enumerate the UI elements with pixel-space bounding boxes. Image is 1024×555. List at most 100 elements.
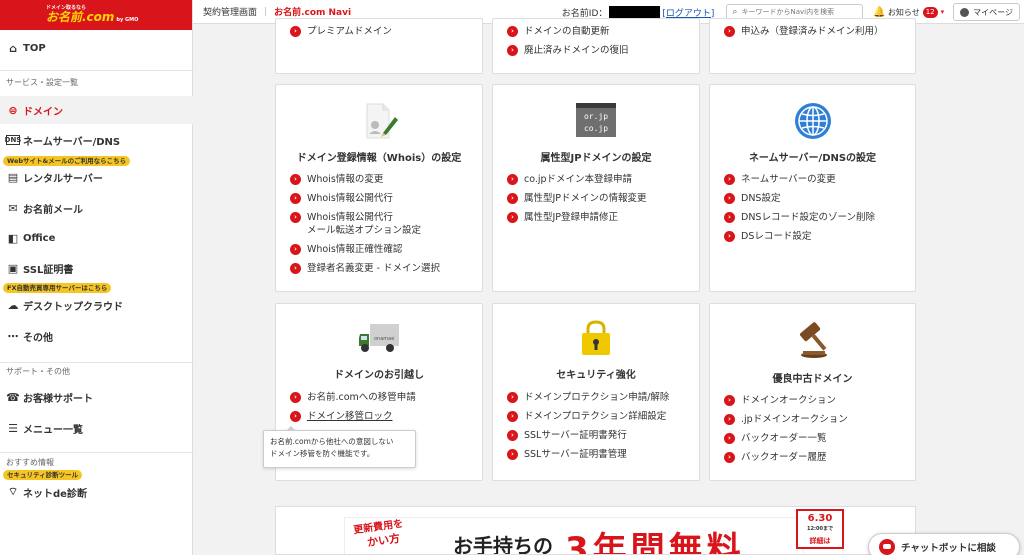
card-link[interactable]: › プレミアムドメイン bbox=[290, 25, 476, 38]
card-jp-domain: or.jp co.jp 属性型JPドメインの設定 › co.jpドメイン本登録申請… bbox=[492, 84, 700, 292]
card-link[interactable]: › DNSレコード設定のゾーン削除 bbox=[724, 211, 909, 224]
id-label: お名前ID： bbox=[561, 8, 608, 19]
auction-gavel-icon bbox=[792, 320, 834, 360]
chevron-down-icon: ▾ bbox=[940, 8, 945, 16]
search-icon: ⌕ bbox=[732, 7, 738, 17]
cloud-icon: ☁ bbox=[7, 298, 19, 312]
notice-count-badge: 12 bbox=[922, 6, 938, 18]
arrow-right-icon: › bbox=[290, 244, 301, 255]
arrow-right-icon: › bbox=[290, 263, 301, 274]
card-link[interactable]: › DSレコード設定 bbox=[724, 230, 909, 243]
globe-icon bbox=[793, 101, 833, 141]
wifi-icon: ⌔ bbox=[7, 485, 19, 498]
arrow-right-icon: › bbox=[724, 433, 735, 444]
mypage-label: マイページ bbox=[973, 7, 1013, 17]
card-link[interactable]: › 廃止済みドメインの復旧 bbox=[507, 44, 693, 57]
transfer-lock-tooltip: お名前.comから他社への意図しない ドメイン移管を防ぐ機能です。 bbox=[263, 426, 416, 468]
card-link[interactable]: › ドメインプロテクション申請/解除 bbox=[507, 391, 693, 404]
sidebar-item-domain[interactable]: ⊜ ドメイン bbox=[0, 96, 193, 124]
sidebar-item-label: メニュー一覧 bbox=[23, 424, 83, 436]
section-title-recommend: おすすめ情報 bbox=[6, 458, 54, 467]
sidebar-item-label: Office bbox=[23, 232, 56, 244]
card-link[interactable]: › バックオーダー履歴 bbox=[724, 451, 909, 464]
notice-button[interactable]: 🔔 お知らせ 12 ▾ bbox=[873, 6, 945, 18]
card-link[interactable]: › Whois情報公開代行 メール転送オプション設定 bbox=[290, 211, 476, 237]
card-link[interactable]: › Whois情報正確性確認 bbox=[290, 243, 476, 256]
sidebar-item-ssl[interactable]: ▣ SSL証明書 bbox=[0, 254, 193, 282]
logout-link[interactable]: [ログアウト] bbox=[662, 6, 714, 19]
sidebar-item-top[interactable]: ⌂ TOP bbox=[0, 34, 193, 62]
more-icon: ⋯ bbox=[7, 329, 19, 343]
card-link[interactable]: › co.jpドメイン本登録申請 bbox=[507, 173, 693, 186]
user-icon bbox=[960, 7, 970, 17]
card-link[interactable]: › バックオーダー一覧 bbox=[724, 432, 909, 445]
card-title: 優良中古ドメイン bbox=[772, 374, 853, 385]
card-link[interactable]: › 属性型JP登録申請修正 bbox=[507, 211, 693, 224]
sidebar-item-menu-list[interactable]: ☰ メニュー一覧 bbox=[0, 414, 193, 442]
card-application: › 申込み（登録済みドメイン利用） bbox=[709, 18, 916, 74]
card-link[interactable]: › SSLサーバー証明書発行 bbox=[507, 429, 693, 442]
arrow-right-icon: › bbox=[724, 452, 735, 463]
card-link[interactable]: › 申込み（登録済みドメイン利用） bbox=[724, 25, 909, 38]
arrow-right-icon: › bbox=[724, 231, 735, 242]
arrow-right-icon: › bbox=[507, 174, 518, 185]
card-security: セキュリティ強化 › ドメインプロテクション申請/解除 › ドメインプロテクション詳… bbox=[492, 303, 700, 481]
sidebar-item-mail[interactable]: ✉ お名前メール bbox=[0, 194, 193, 222]
banner-date-small: 12:00まで bbox=[807, 526, 833, 532]
card-link-transfer-lock[interactable]: › ドメイン移管ロック bbox=[290, 410, 476, 423]
card-domain-renewal: › ドメインの自動更新 › 廃止済みドメインの復旧 bbox=[492, 18, 700, 74]
arrow-right-icon: › bbox=[724, 193, 735, 204]
card-link[interactable]: › DNS設定 bbox=[724, 192, 909, 205]
sidebar-item-label: その他 bbox=[23, 332, 53, 344]
promo-banner-image[interactable]: 更新費用を かい方 お手持ちの 3年間無料 bbox=[344, 517, 804, 554]
office-icon: ◧ bbox=[7, 231, 19, 245]
sidebar-item-other[interactable]: ⋯ その他 bbox=[0, 322, 193, 350]
sidebar-item-label: レンタルサーバー bbox=[23, 173, 103, 185]
jp-icon-text-co: co.jp bbox=[583, 124, 609, 133]
card-link[interactable]: › Whois情報公開代行 bbox=[290, 192, 476, 205]
chatbot-button[interactable]: チャットボットに相談 bbox=[868, 533, 1020, 555]
mail-icon: ✉ bbox=[8, 201, 18, 215]
card-link[interactable]: › お名前.comへの移管申請 bbox=[290, 391, 476, 404]
card-link[interactable]: › ネームサーバーの変更 bbox=[724, 173, 909, 186]
sidebar-item-label: ネームサーバー/DNS bbox=[23, 136, 121, 148]
card-link[interactable]: › 属性型JPドメインの情報変更 bbox=[507, 192, 693, 205]
sidebar-item-label: ドメイン bbox=[23, 106, 63, 118]
sidebar-item-label: お名前メール bbox=[23, 204, 83, 216]
breadcrumb-navi[interactable]: お名前.com Navi bbox=[274, 5, 351, 18]
card-link[interactable]: › ドメインの自動更新 bbox=[507, 25, 693, 38]
mypage-button[interactable]: マイページ bbox=[953, 3, 1020, 21]
sidebar-item-office[interactable]: ◧ Office bbox=[0, 224, 193, 252]
sidebar-item-rental-server[interactable]: ▤ レンタルサーバー bbox=[0, 163, 193, 191]
lock-icon: ▣ bbox=[7, 261, 19, 275]
breadcrumb-contract[interactable]: 契約管理画面 bbox=[203, 5, 257, 18]
promo-banner[interactable]: 更新費用を かい方 お手持ちの 3年間無料 6.30 12:00まで 詳細は bbox=[275, 506, 916, 555]
search-input[interactable] bbox=[741, 8, 857, 16]
domain-icon: ⊜ bbox=[8, 103, 18, 117]
card-link[interactable]: › Whois情報の変更 bbox=[290, 173, 476, 186]
document-edit-icon bbox=[359, 101, 399, 141]
sidebar-item-nameserver[interactable]: DNS ネームサーバー/DNS bbox=[0, 126, 193, 154]
banner-text-red2: かい方 bbox=[366, 531, 401, 550]
logo[interactable]: ドメイン取るなら お名前.com by GMO bbox=[0, 0, 192, 30]
sidebar-item-net-de-shindan[interactable]: ⌔ ネットde診断 bbox=[0, 478, 193, 506]
sidebar-item-desktop-cloud[interactable]: ☁ デスクトップクラウド bbox=[0, 291, 193, 319]
banner-date: 6.30 bbox=[807, 513, 833, 524]
dns-icon: DNS bbox=[4, 135, 22, 145]
arrow-right-icon: › bbox=[290, 411, 301, 422]
card-title: セキュリティ強化 bbox=[556, 370, 636, 381]
arrow-right-icon: › bbox=[724, 212, 735, 223]
card-link[interactable]: › ドメインオークション bbox=[724, 394, 909, 407]
arrow-right-icon: › bbox=[507, 449, 518, 460]
section-title-support: サポート・その他 bbox=[6, 367, 70, 376]
sidebar-item-support[interactable]: ☎ お客様サポート bbox=[0, 383, 193, 411]
card-used-domain: 優良中古ドメイン › ドメインオークション › .jpドメインオークション › バック… bbox=[709, 303, 916, 481]
card-link[interactable]: › SSLサーバー証明書管理 bbox=[507, 448, 693, 461]
card-title: 属性型JPドメインの設定 bbox=[540, 153, 652, 164]
arrow-right-icon: › bbox=[724, 26, 735, 37]
card-link[interactable]: › 登録者名義変更 - ドメイン選択 bbox=[290, 262, 476, 275]
card-link[interactable]: › .jpドメインオークション bbox=[724, 413, 909, 426]
breadcrumb-separator: | bbox=[264, 6, 268, 17]
card-whois: ドメイン登録情報（Whois）の設定 › Whois情報の変更 › Whois情報公… bbox=[275, 84, 483, 292]
card-link[interactable]: › ドメインプロテクション詳細設定 bbox=[507, 410, 693, 423]
